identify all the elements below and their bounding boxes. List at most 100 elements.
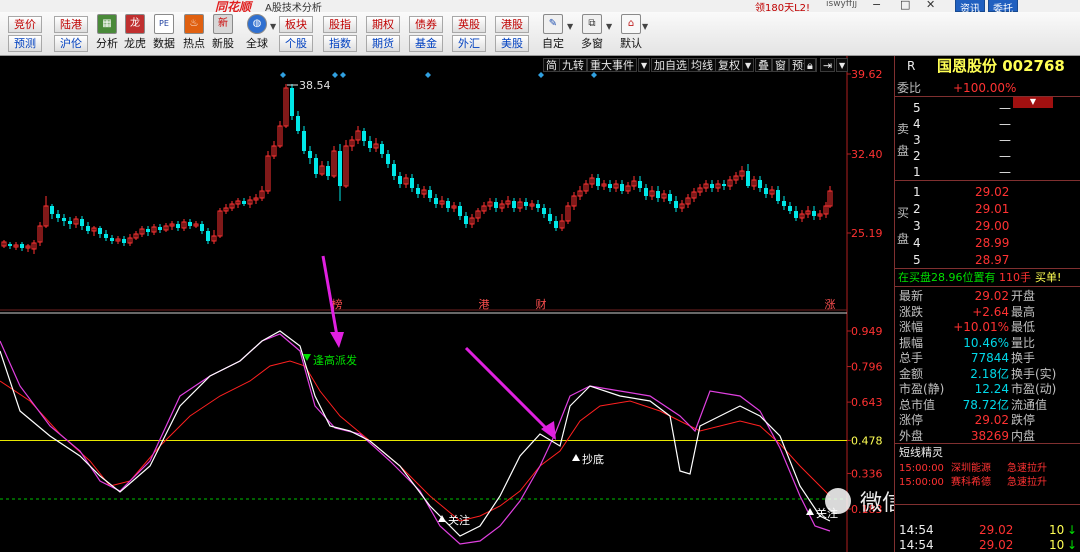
multi-window-dropdown-icon[interactable]: ▼ (606, 22, 612, 31)
toolbar-analysis[interactable]: ▦ 分析 (94, 14, 120, 51)
toolbar-dragon-tiger[interactable]: 龙 龙虎 (122, 14, 148, 51)
toolbar-data[interactable]: PE 数据 (151, 14, 177, 51)
home-dropdown-icon[interactable]: ▼ (642, 22, 648, 31)
stat-right-label: 换手(实) (1011, 366, 1057, 381)
buy-level-row[interactable]: 5 28.97 (895, 252, 1080, 268)
quick-btn-us-stocks[interactable]: 美股 (495, 35, 529, 52)
divider (895, 96, 1080, 97)
btn-add-watchlist[interactable]: 加自选 (651, 58, 690, 72)
short-line-event: 急速拉升 (1007, 463, 1047, 474)
candle-body-down (8, 244, 12, 246)
btn-overlay[interactable]: 叠 (755, 58, 772, 72)
short-line-item[interactable]: 15:00:00 赛科希德 急速拉升 (895, 476, 1080, 490)
stat-right-label: 换手 (1011, 351, 1036, 365)
quote-panel: R 国恩股份 002768 委比 +100.00% ▼ 卖 盘 5—4—3—2—… (894, 56, 1080, 552)
chart-menu-dropdown-icon[interactable]: ▼ (836, 58, 849, 72)
toolbar-new-stock[interactable]: 新 新股 (210, 14, 236, 51)
toolbar-default[interactable]: ⌂ 默认 (618, 14, 644, 51)
btn-moving-average[interactable]: 均线 (688, 58, 716, 72)
sell-level-row[interactable]: 1— (895, 164, 1080, 180)
stat-label: 涨幅 (899, 320, 924, 334)
title-bar: 同花顺 A股技术分析 领180天L2! iswyffjj − □ ✕ 资讯 委托 (0, 0, 1080, 15)
candle-body-down (776, 190, 780, 201)
collapse-panel-icon[interactable]: ⇥ (820, 58, 836, 72)
candle-body-down (608, 184, 612, 188)
news-button[interactable]: 资讯 (955, 0, 985, 15)
buy-level-row[interactable]: 2 29.01 (895, 201, 1080, 217)
candle-body-down (434, 198, 438, 204)
sell-level-row[interactable]: 5— (895, 100, 1080, 116)
candle-body-down (98, 228, 102, 234)
stat-value: 78.72亿 (962, 397, 1009, 412)
quick-btn-hk-stocks[interactable]: 港股 (495, 16, 529, 33)
candle-body-down (380, 144, 384, 154)
event-diamond-icon (340, 72, 346, 78)
custom-dropdown-icon[interactable]: ▼ (567, 22, 573, 31)
events-dropdown-icon[interactable]: ▼ (638, 58, 651, 72)
quick-btn-stock[interactable]: 个股 (279, 35, 313, 52)
short-line-title[interactable]: 短线精灵 (899, 445, 943, 461)
hot-spot-icon: ♨ (184, 14, 204, 34)
globe-dropdown-icon[interactable]: ▼ (270, 22, 276, 31)
close-icon[interactable]: ✕ (926, 0, 935, 11)
restore-icon[interactable]: □ (900, 0, 910, 11)
quick-btn-forex[interactable]: 外汇 (452, 35, 486, 52)
sell-level-row[interactable]: 4— (895, 116, 1080, 132)
toolbar-multi-window[interactable]: ⧉ 多窗 (579, 14, 605, 51)
candle-body-down (314, 158, 318, 174)
candle-body-down (104, 234, 108, 238)
minimize-icon[interactable]: − (872, 0, 881, 11)
candle-body-down (812, 211, 816, 216)
toolbar-hot-spot[interactable]: ♨ 热点 (181, 14, 207, 51)
short-line-item[interactable]: 15:00:00 深圳能源 急速拉升 (895, 462, 1080, 476)
analysis-icon: ▦ (97, 14, 117, 34)
btn-simple[interactable]: 简 (543, 58, 560, 72)
btn-major-events[interactable]: 重大事件 (587, 58, 637, 72)
quick-btn-index[interactable]: 指数 (323, 35, 357, 52)
kline-chart-area[interactable]: 39.62 32.40 25.19 0.949 0.796 0.643 0.478 0.336… (0, 56, 894, 552)
stat-label: 涨停 (899, 413, 924, 427)
sell-volume: — (999, 165, 1011, 179)
kline-chart[interactable]: 39.62 32.40 25.19 0.949 0.796 0.643 0.478 0.336… (0, 56, 894, 552)
stat-row: 金额 2.18亿 换手(实) (895, 367, 1080, 382)
btn-adjust[interactable]: 复权 (715, 58, 743, 72)
quick-btn-auction[interactable]: 竞价 (8, 16, 42, 33)
btn-nine-turn[interactable]: 九转 (559, 58, 587, 72)
candle-body-down (536, 204, 540, 208)
candle-body-down (596, 178, 600, 186)
sell-level-row[interactable]: 2— (895, 148, 1080, 164)
sell-level-row[interactable]: 3— (895, 132, 1080, 148)
quick-btn-options[interactable]: 期权 (366, 16, 400, 33)
quick-btn-bonds[interactable]: 债券 (409, 16, 443, 33)
buy-level-row[interactable]: 3 29.00 (895, 218, 1080, 234)
oscillator-axis-label: 0.949 (851, 325, 883, 338)
candle-body-down (674, 201, 678, 208)
adjust-dropdown-icon[interactable]: ▼ (742, 58, 755, 72)
trade-button[interactable]: 委托 (988, 0, 1018, 15)
dragon-tiger-icon: 龙 (125, 14, 145, 34)
quick-btn-futures[interactable]: 期货 (366, 35, 400, 52)
quick-btn-hk-connect[interactable]: 陆港 (54, 16, 88, 33)
buy-level-row[interactable]: 4 28.99 (895, 235, 1080, 251)
event-diamond-icon (425, 72, 431, 78)
toolbar-custom[interactable]: ✎ 自定 (540, 14, 566, 51)
quick-btn-shanghai-london[interactable]: 沪伦 (54, 35, 88, 52)
buy-level-row[interactable]: 1 29.02 (895, 184, 1080, 200)
quick-btn-uk-stocks[interactable]: 英股 (452, 16, 486, 33)
username[interactable]: iswyffjj (826, 0, 857, 9)
quick-btn-forecast[interactable]: 预测 (8, 35, 42, 52)
quick-btn-index-futures[interactable]: 股指 (323, 16, 357, 33)
divider (895, 443, 1080, 444)
stat-value: 10.46% (963, 335, 1009, 350)
stat-right-label: 最高 (1011, 304, 1036, 319)
toolbar-global[interactable]: ◍ 全球 (244, 14, 270, 51)
buy-level: 1 (913, 185, 921, 199)
candle-body-down (50, 206, 54, 214)
quick-btn-sector[interactable]: 板块 (279, 16, 313, 33)
quick-btn-funds[interactable]: 基金 (409, 35, 443, 52)
candle-body-down (158, 227, 162, 230)
stat-row: 振幅 10.46% 量比 (895, 336, 1080, 351)
lock-icon[interactable]: 🔒︎ (804, 58, 816, 72)
btn-window[interactable]: 窗 (772, 58, 789, 72)
buy-signal-triangle-icon (438, 515, 446, 522)
